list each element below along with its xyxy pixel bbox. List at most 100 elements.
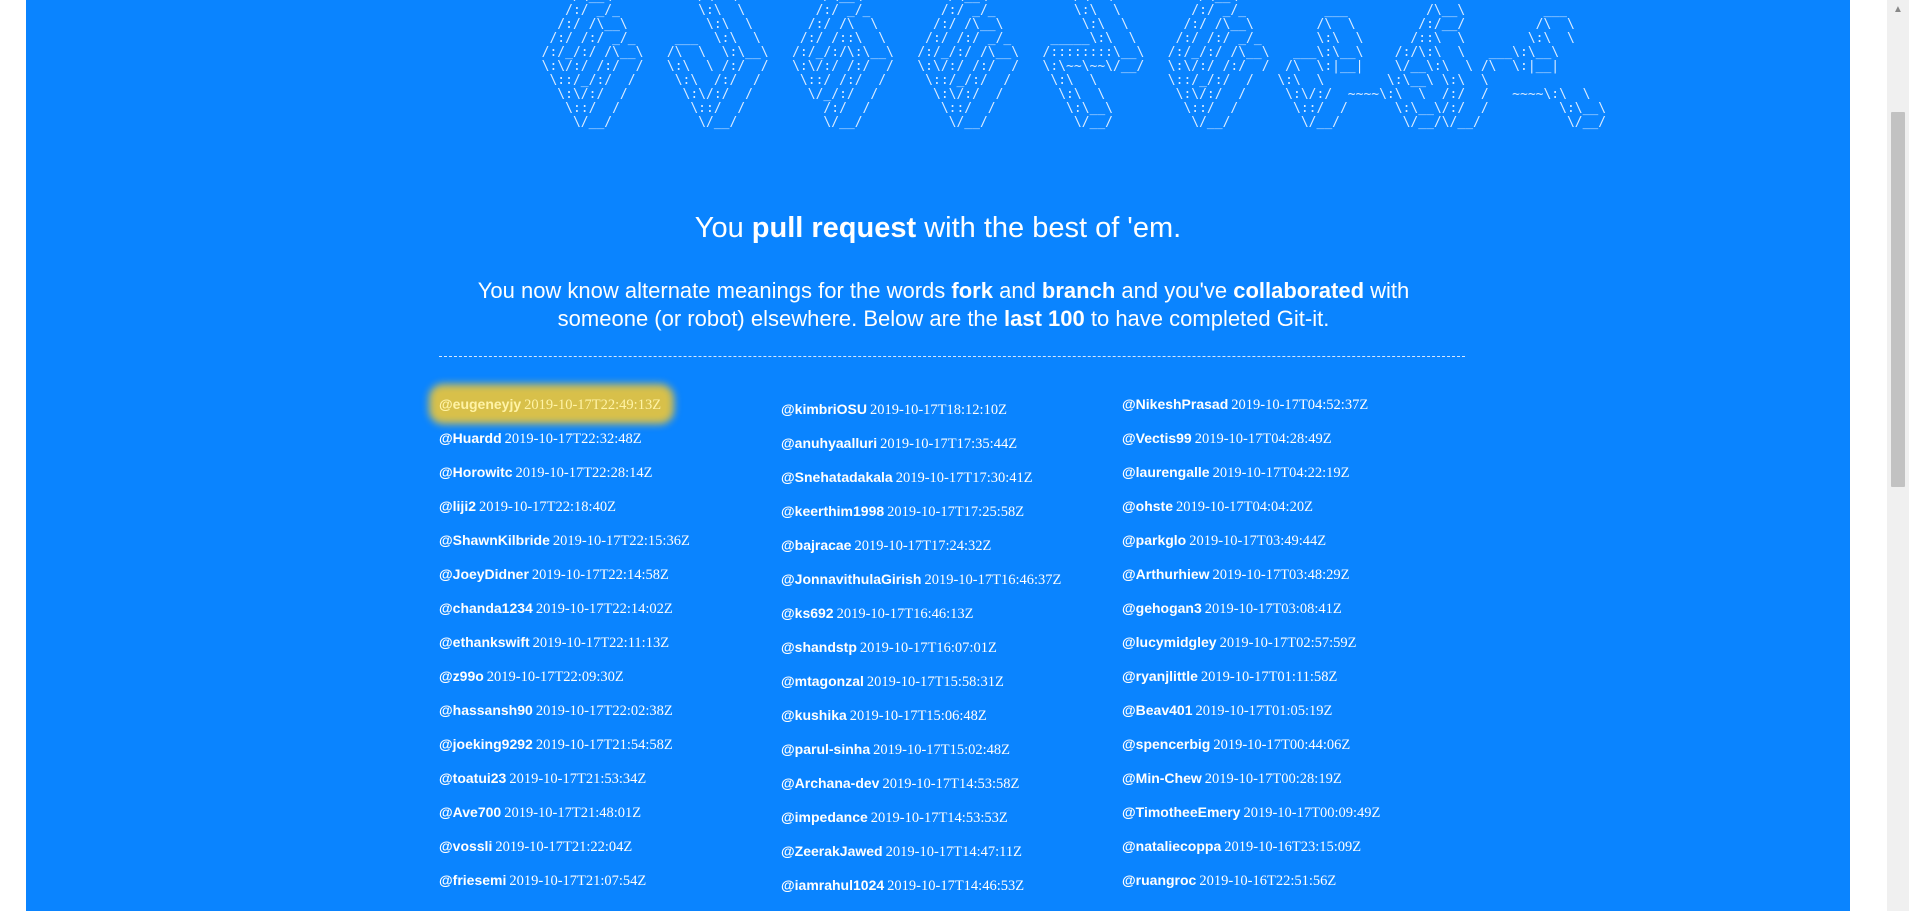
completer-entry: @joeking9292 2019-10-17T21:54:58Z	[439, 734, 779, 768]
completer-username-link[interactable]: @Huardd	[439, 430, 502, 446]
completer-username-link[interactable]: @laurengalle	[1122, 464, 1210, 480]
completer-username-link[interactable]: @Vectis99	[1122, 430, 1192, 446]
tagline-text-post: with the best of 'em.	[916, 212, 1182, 244]
completer-username-link[interactable]: @toatui23	[439, 770, 506, 786]
intro-text-5: to have completed Git-it.	[1084, 306, 1330, 331]
intro-bold-last-100: last 100	[1004, 306, 1085, 331]
completer-entry: @ethankswift 2019-10-17T22:11:13Z	[439, 632, 779, 666]
completion-timestamp: 2019-10-17T01:11:58Z	[1200, 669, 1338, 685]
completer-username-link[interactable]: @impedance	[781, 809, 868, 825]
completion-timestamp: 2019-10-17T22:28:14Z	[515, 465, 653, 481]
completion-timestamp: 2019-10-17T22:02:38Z	[535, 703, 673, 719]
tagline-text-pre: You	[694, 212, 752, 244]
completers-column-1: @eugeneyjy 2019-10-17T22:49:13Z @Huardd 201…	[439, 394, 779, 904]
completion-timestamp: 2019-10-17T22:14:58Z	[531, 567, 669, 583]
completer-username-link[interactable]: @iamrahul1024	[781, 877, 884, 893]
completer-entry: @ruangroc 2019-10-16T22:51:56Z	[1122, 870, 1462, 904]
scroll-up-arrow-icon[interactable]: ▲	[1893, 4, 1903, 15]
completer-entry: @ohste 2019-10-17T04:04:20Z	[1122, 496, 1462, 530]
completer-entry: @eugeneyjy 2019-10-17T22:49:13Z	[439, 394, 779, 428]
completer-username-link[interactable]: @mtagonzal	[781, 673, 864, 689]
completer-username-link[interactable]: @nataliecoppa	[1122, 838, 1221, 854]
completer-username-link[interactable]: @ShawnKilbride	[439, 532, 550, 548]
completer-entry: @JoeyDidner 2019-10-17T22:14:58Z	[439, 564, 779, 598]
scrollbar-thumb[interactable]	[1891, 112, 1905, 487]
completer-entry: @friesemi 2019-10-17T21:07:54Z	[439, 870, 779, 904]
completion-timestamp: 2019-10-17T16:07:01Z	[859, 640, 997, 656]
completer-username-link[interactable]: @ryanjlittle	[1122, 668, 1198, 684]
completer-username-link[interactable]: @ks692	[781, 605, 834, 621]
completer-username-link[interactable]: @TimotheeEmery	[1122, 804, 1240, 820]
completer-username-link[interactable]: @Horowitc	[439, 464, 513, 480]
completer-username-link[interactable]: @keerthim1998	[781, 503, 884, 519]
completer-username-link[interactable]: @Ave700	[439, 804, 501, 820]
completer-username-link[interactable]: @JoeyDidner	[439, 566, 529, 582]
completer-entry: @parul-sinha 2019-10-17T15:02:48Z	[781, 739, 1121, 773]
completers-column-3: @NikeshPrasad 2019-10-17T04:52:37Z @Vectis…	[1122, 394, 1462, 904]
completer-username-link[interactable]: @ethankswift	[439, 634, 530, 650]
intro-text-2: and	[992, 278, 1042, 303]
completer-username-link[interactable]: @Beav401	[1122, 702, 1192, 718]
completer-username-link[interactable]: @anuhyaalluri	[781, 435, 877, 451]
completer-username-link[interactable]: @gehogan3	[1122, 600, 1202, 616]
completion-timestamp: 2019-10-17T21:53:34Z	[509, 771, 647, 787]
completer-username-link[interactable]: @z99o	[439, 668, 484, 684]
completer-username-link[interactable]: @ZeerakJawed	[781, 843, 883, 859]
completer-username-link[interactable]: @kimbriOSU	[781, 401, 867, 417]
completer-username-link[interactable]: @Min-Chew	[1122, 770, 1202, 786]
completion-timestamp: 2019-10-17T00:28:19Z	[1204, 771, 1342, 787]
completer-username-link[interactable]: @parkglo	[1122, 532, 1186, 548]
completer-username-link[interactable]: @lucymidgley	[1122, 634, 1217, 650]
completer-entry: @laurengalle 2019-10-17T04:22:19Z	[1122, 462, 1462, 496]
completer-username-link[interactable]: @shandstp	[781, 639, 857, 655]
completer-entry: @bajracae 2019-10-17T17:24:32Z	[781, 535, 1121, 569]
completion-timestamp: 2019-10-17T21:22:04Z	[495, 839, 633, 855]
completer-username-link[interactable]: @ruangroc	[1122, 872, 1196, 888]
completer-username-link[interactable]: @bajracae	[781, 537, 851, 553]
completer-username-link[interactable]: @liji2	[439, 498, 476, 514]
vertical-scrollbar[interactable]: ▲	[1887, 0, 1909, 911]
completion-timestamp: 2019-10-17T22:32:48Z	[504, 431, 642, 447]
completer-entry: @Huardd 2019-10-17T22:32:48Z	[439, 428, 779, 462]
completer-entry: @liji2 2019-10-17T22:18:40Z	[439, 496, 779, 530]
completion-timestamp: 2019-10-17T15:58:31Z	[866, 674, 1004, 690]
completer-username-link[interactable]: @hassansh90	[439, 702, 533, 718]
completer-entry: @nataliecoppa 2019-10-16T23:15:09Z	[1122, 836, 1462, 870]
tagline-text-bold: pull request	[751, 212, 917, 244]
completer-username-link[interactable]: @eugeneyjy	[439, 396, 521, 412]
completer-entry: @impedance 2019-10-17T14:53:53Z	[781, 807, 1121, 841]
completer-username-link[interactable]: @NikeshPrasad	[1122, 396, 1228, 412]
completer-entry: @gehogan3 2019-10-17T03:08:41Z	[1122, 598, 1462, 632]
completer-username-link[interactable]: @ohste	[1122, 498, 1173, 514]
completer-username-link[interactable]: @vossli	[439, 838, 492, 854]
completer-entry: @vossli 2019-10-17T21:22:04Z	[439, 836, 779, 870]
dashed-divider	[439, 356, 1465, 357]
page-background: /\__\ /\ \ /\__\ /\__\ /\ \ /\__\ /:/ _/…	[26, 0, 1850, 911]
completer-username-link[interactable]: @parul-sinha	[781, 741, 870, 757]
completer-username-link[interactable]: @Snehatadakala	[781, 469, 893, 485]
completion-timestamp: 2019-10-17T17:25:58Z	[887, 504, 1025, 520]
completer-entry: @toatui23 2019-10-17T21:53:34Z	[439, 768, 779, 802]
completer-entry: @keerthim1998 2019-10-17T17:25:58Z	[781, 501, 1121, 535]
intro-text-3: and you've	[1115, 278, 1234, 303]
completion-timestamp: 2019-10-17T14:53:58Z	[882, 776, 1020, 792]
completion-timestamp: 2019-10-17T04:04:20Z	[1176, 499, 1313, 515]
completer-entry: @z99o 2019-10-17T22:09:30Z	[439, 666, 779, 700]
completer-username-link[interactable]: @JonnavithulaGirish	[781, 571, 921, 587]
completer-username-link[interactable]: @joeking9292	[439, 736, 533, 752]
completer-entry: @Beav401 2019-10-17T01:05:19Z	[1122, 700, 1462, 734]
completer-username-link[interactable]: @Archana-dev	[781, 775, 879, 791]
completer-username-link[interactable]: @Arthurhiew	[1122, 566, 1210, 582]
completer-entry: @spencerbig 2019-10-17T00:44:06Z	[1122, 734, 1462, 768]
completer-username-link[interactable]: @chanda1234	[439, 600, 533, 616]
completer-username-link[interactable]: @spencerbig	[1122, 736, 1210, 752]
completer-entry: @mtagonzal 2019-10-17T15:58:31Z	[781, 671, 1121, 705]
completer-entry: @kushika 2019-10-17T15:06:48Z	[781, 705, 1121, 739]
completion-timestamp: 2019-10-17T00:44:06Z	[1213, 737, 1351, 753]
completion-timestamp: 2019-10-17T01:05:19Z	[1195, 703, 1333, 719]
completion-timestamp: 2019-10-17T17:24:32Z	[854, 538, 992, 554]
completer-entry: @Ave700 2019-10-17T21:48:01Z	[439, 802, 779, 836]
completer-username-link[interactable]: @friesemi	[439, 872, 506, 888]
completer-entry: @TimotheeEmery 2019-10-17T00:09:49Z	[1122, 802, 1462, 836]
completer-username-link[interactable]: @kushika	[781, 707, 847, 723]
